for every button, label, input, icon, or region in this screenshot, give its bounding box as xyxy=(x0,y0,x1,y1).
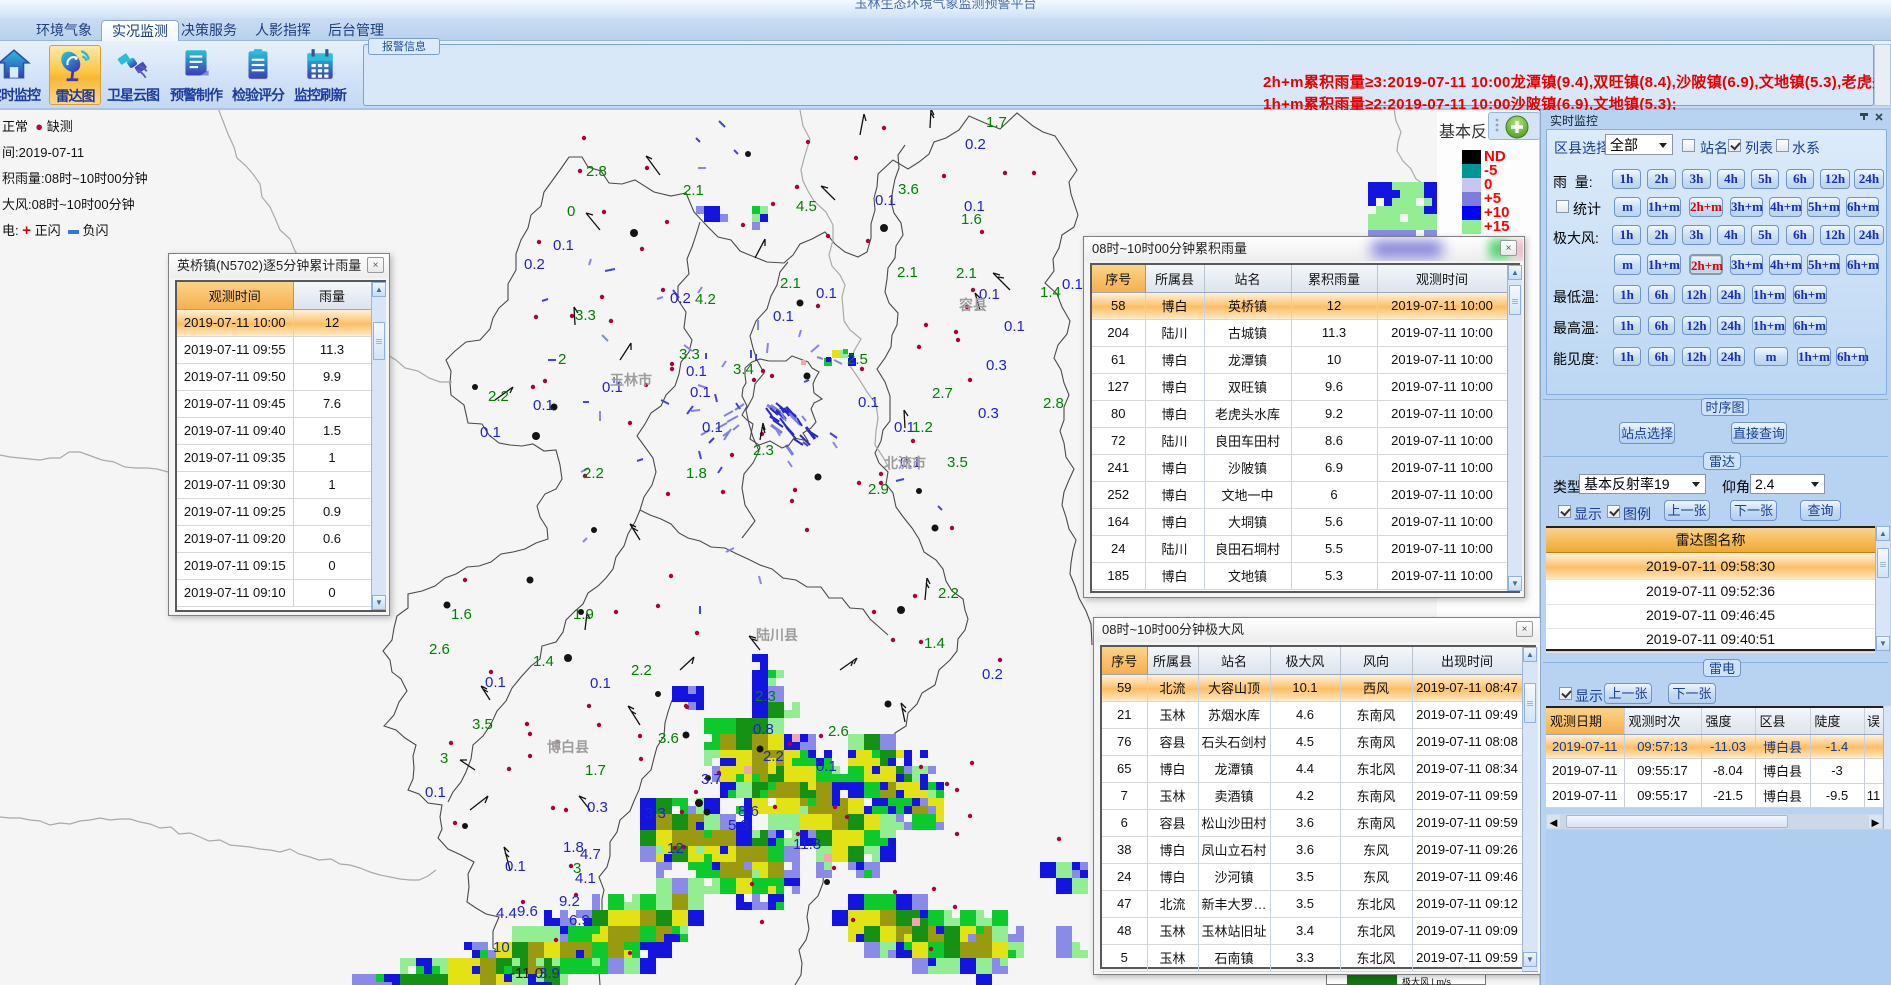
svg-text:0.2: 0.2 xyxy=(982,666,1003,683)
svg-text:0.3: 0.3 xyxy=(978,405,999,422)
svg-text:2: 2 xyxy=(558,351,566,368)
svg-text:2.1: 2.1 xyxy=(683,182,704,199)
svg-text:2.6: 2.6 xyxy=(828,723,849,740)
svg-text:3.9: 3.9 xyxy=(539,965,560,982)
svg-text:博白县: 博白县 xyxy=(547,739,589,755)
svg-text:2.8: 2.8 xyxy=(586,163,607,180)
svg-text:1.2: 1.2 xyxy=(912,419,933,436)
svg-text:3.6: 3.6 xyxy=(658,730,679,747)
svg-text:2.7: 2.7 xyxy=(932,385,953,402)
svg-text:0.1: 0.1 xyxy=(505,858,526,875)
svg-text:0.1: 0.1 xyxy=(590,675,611,692)
svg-text:9.2: 9.2 xyxy=(559,893,580,910)
svg-text:0.1: 0.1 xyxy=(773,308,794,325)
svg-text:0.1: 0.1 xyxy=(1062,276,1083,293)
svg-text:2.9: 2.9 xyxy=(868,481,889,498)
svg-text:1.7: 1.7 xyxy=(585,762,606,779)
svg-text:0.1: 0.1 xyxy=(553,237,574,254)
svg-text:2.2: 2.2 xyxy=(631,662,652,679)
svg-text:2.2: 2.2 xyxy=(583,465,604,482)
svg-text:6.9: 6.9 xyxy=(569,912,590,929)
svg-text:2.6: 2.6 xyxy=(429,641,450,658)
svg-text:1.4: 1.4 xyxy=(1040,284,1061,301)
svg-text:0.8: 0.8 xyxy=(753,721,774,738)
svg-text:2.2: 2.2 xyxy=(488,388,509,405)
svg-text:0.1: 0.1 xyxy=(816,758,837,775)
svg-text:3.5: 3.5 xyxy=(947,454,968,471)
svg-text:0.2: 0.2 xyxy=(670,290,691,307)
svg-text:3.4: 3.4 xyxy=(733,361,754,378)
svg-text:3.3: 3.3 xyxy=(575,307,596,324)
svg-text:3.3: 3.3 xyxy=(679,346,700,363)
svg-text:4.2: 4.2 xyxy=(695,291,716,308)
svg-text:0.1: 0.1 xyxy=(875,192,896,209)
svg-text:2.8: 2.8 xyxy=(1043,395,1064,412)
svg-text:2.2: 2.2 xyxy=(763,748,784,765)
svg-text:0.1: 0.1 xyxy=(480,424,501,441)
svg-text:11.3: 11.3 xyxy=(793,836,821,853)
svg-text:2.5: 2.5 xyxy=(847,351,868,368)
svg-text:0.1: 0.1 xyxy=(858,394,879,411)
svg-text:3.6: 3.6 xyxy=(898,181,919,198)
svg-text:4.1: 4.1 xyxy=(575,870,596,887)
svg-text:0.1: 0.1 xyxy=(816,285,837,302)
svg-text:玉林市: 玉林市 xyxy=(610,372,652,388)
svg-text:0.1: 0.1 xyxy=(702,419,723,436)
svg-text:0.3: 0.3 xyxy=(986,357,1007,374)
svg-text:4.5: 4.5 xyxy=(796,198,817,215)
svg-text:4.4: 4.4 xyxy=(496,905,517,922)
svg-text:4.7: 4.7 xyxy=(580,846,601,863)
svg-text:5.3: 5.3 xyxy=(728,817,749,834)
svg-text:0.1: 0.1 xyxy=(690,384,711,401)
svg-text:0.3: 0.3 xyxy=(587,799,608,816)
svg-text:1.6: 1.6 xyxy=(961,211,982,228)
svg-text:2.1: 2.1 xyxy=(897,264,918,281)
svg-text:3.3: 3.3 xyxy=(645,805,666,822)
svg-text:3: 3 xyxy=(440,750,448,767)
svg-text:1.4: 1.4 xyxy=(533,653,554,670)
svg-text:0.1: 0.1 xyxy=(686,363,707,380)
svg-text:9.6: 9.6 xyxy=(517,903,538,920)
svg-text:2.1: 2.1 xyxy=(780,275,801,292)
svg-text:0.1: 0.1 xyxy=(1004,318,1025,335)
svg-text:1.6: 1.6 xyxy=(451,606,472,623)
svg-text:0.1: 0.1 xyxy=(425,784,446,801)
svg-text:1.7: 1.7 xyxy=(986,114,1007,131)
svg-text:3.5: 3.5 xyxy=(472,716,493,733)
svg-text:北流市: 北流市 xyxy=(884,455,926,471)
svg-text:0: 0 xyxy=(567,203,575,220)
svg-text:陆川县: 陆川县 xyxy=(756,627,798,643)
svg-text:1.8: 1.8 xyxy=(686,465,707,482)
svg-text:2.3: 2.3 xyxy=(755,688,776,705)
svg-text:0.1: 0.1 xyxy=(485,674,506,691)
svg-text:2.2: 2.2 xyxy=(938,585,959,602)
svg-text:0.2: 0.2 xyxy=(965,136,986,153)
svg-text:3.7: 3.7 xyxy=(701,771,722,788)
svg-text:容县: 容县 xyxy=(958,297,987,313)
svg-text:1.4: 1.4 xyxy=(924,635,945,652)
svg-text:12: 12 xyxy=(667,840,684,857)
svg-text:0.1: 0.1 xyxy=(533,397,554,414)
svg-text:0.2: 0.2 xyxy=(524,256,545,273)
svg-text:10: 10 xyxy=(493,939,510,956)
svg-text:2.3: 2.3 xyxy=(753,442,774,459)
svg-text:1.9: 1.9 xyxy=(573,606,594,623)
svg-text:2.1: 2.1 xyxy=(956,265,977,282)
